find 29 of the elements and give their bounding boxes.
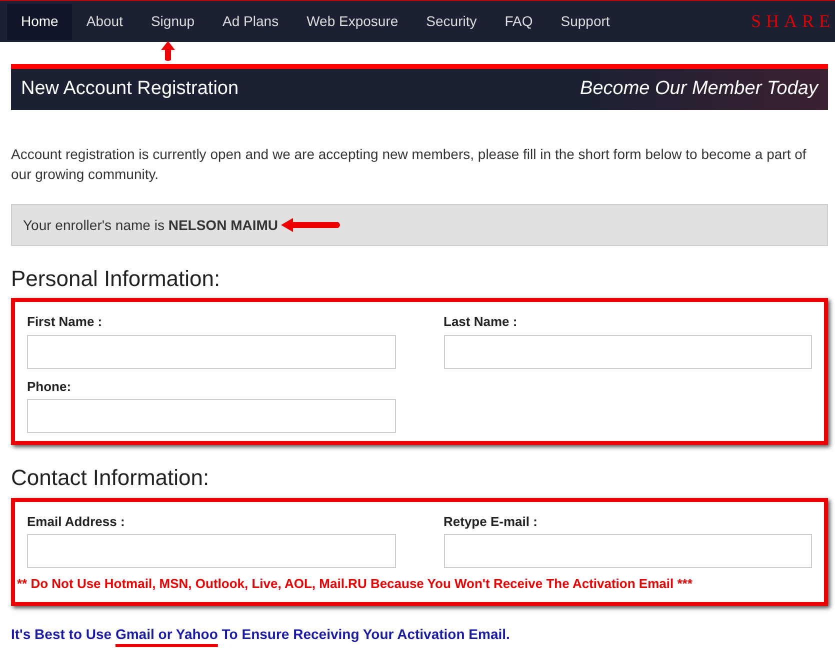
field-label: Phone:: [27, 378, 72, 396]
nav-link[interactable]: Support: [546, 4, 624, 40]
input-field[interactable]: [444, 334, 812, 369]
banner-tagline: Become Our Member Today: [580, 77, 818, 102]
field-label: Email Address :: [27, 512, 126, 531]
input-field[interactable]: [27, 534, 396, 568]
field-label: Last Name :: [444, 313, 518, 332]
input-field[interactable]: [27, 334, 396, 369]
intro-text: Account registration is currently open and we are accepting new members, please fill in the short form below to become a part of our growing community.: [11, 145, 808, 184]
tip-text: It's Best to Use Gmail or Yahoo To Ensure Receiving Your Activation Email.: [11, 624, 511, 644]
nav-link[interactable]: Signup: [136, 4, 209, 40]
nav-link[interactable]: Web Exposure: [292, 4, 412, 40]
warning-text: ** Do Not Use Hotmail, MSN, Outlook, Live, AOL, Mail.RU Because You Won't Receive The Activation Email ***: [17, 575, 694, 594]
nav-link[interactable]: FAQ: [490, 4, 547, 40]
nav-link[interactable]: About: [72, 4, 137, 40]
enroller-text: Your enroller's name is NELSON MAIMU: [23, 216, 278, 234]
input-field[interactable]: [444, 534, 812, 568]
section-heading: Contact Information:: [11, 465, 210, 492]
input-field[interactable]: [27, 399, 396, 434]
nav-link[interactable]: Home: [7, 4, 72, 40]
nav-link[interactable]: Ad Plans: [208, 4, 293, 40]
arrow-icon: [280, 217, 342, 233]
arrow-icon: [160, 40, 176, 62]
field-label: First Name :: [27, 313, 104, 332]
banner-title: New Account Registration: [21, 77, 239, 102]
field-label: Retype E-mail :: [444, 512, 538, 531]
section-heading: Personal Information:: [11, 266, 222, 292]
email-link[interactable]: Gmail or Yahoo: [115, 626, 218, 642]
nav-link[interactable]: Security: [412, 4, 491, 40]
